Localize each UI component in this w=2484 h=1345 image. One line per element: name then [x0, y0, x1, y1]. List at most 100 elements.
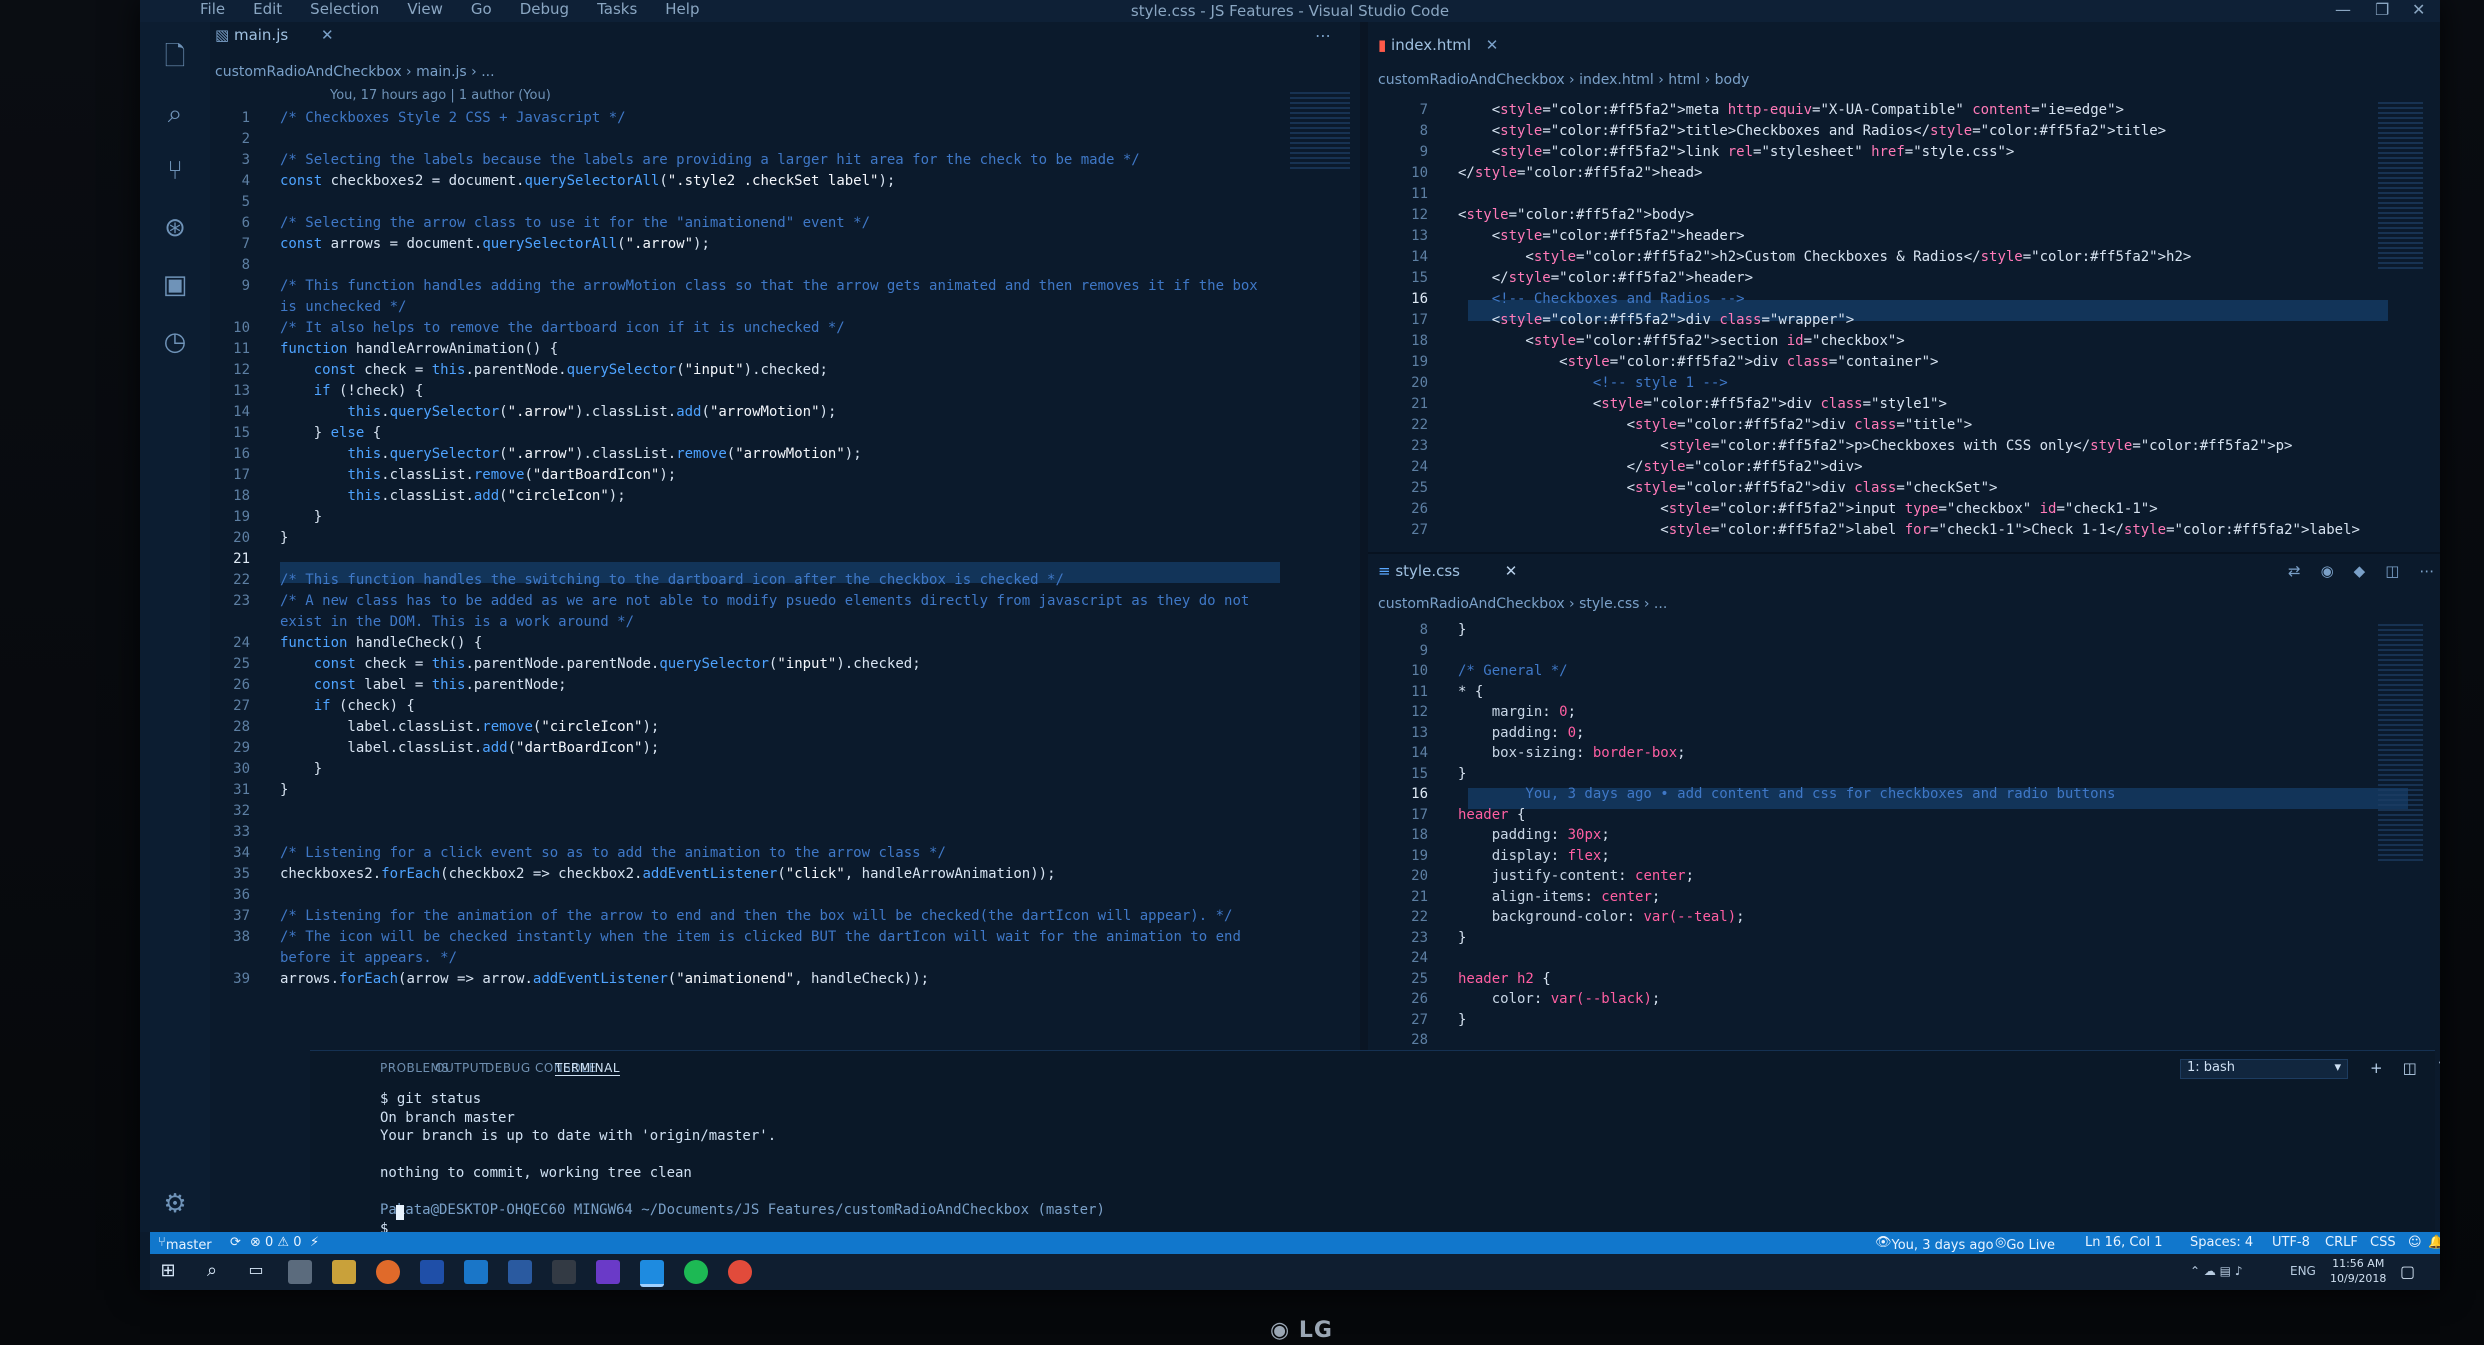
minimize-button[interactable]: —: [2335, 0, 2351, 19]
line-number[interactable]: 16: [210, 446, 250, 462]
split-editor-icon[interactable]: ◫: [2385, 562, 2399, 580]
line-number[interactable]: 23: [1388, 438, 1428, 454]
photoshop-icon[interactable]: [464, 1260, 488, 1284]
menu-item[interactable]: Debug: [520, 0, 569, 18]
terminal-shell-select[interactable]: 1: bash ▾: [2180, 1059, 2348, 1079]
line-number[interactable]: 25: [210, 656, 250, 672]
line-number[interactable]: 7: [1388, 102, 1428, 118]
language-mode[interactable]: CSS: [2370, 1235, 2396, 1250]
line-number[interactable]: 35: [210, 866, 250, 882]
line-number[interactable]: 15: [1388, 766, 1428, 782]
line-number[interactable]: 28: [210, 719, 250, 735]
line-number[interactable]: 4: [210, 173, 250, 189]
line-number[interactable]: 36: [210, 887, 250, 903]
minimap[interactable]: [2378, 102, 2423, 272]
line-number[interactable]: 14: [210, 404, 250, 420]
line-number[interactable]: 32: [210, 803, 250, 819]
line-number[interactable]: 17: [210, 467, 250, 483]
line-number[interactable]: 11: [210, 341, 250, 357]
source-control-icon[interactable]: ⑂: [158, 154, 192, 188]
menu-item[interactable]: Help: [665, 0, 699, 18]
new-terminal-icon[interactable]: +: [2370, 1059, 2383, 1077]
line-number[interactable]: 11: [1388, 186, 1428, 202]
line-number[interactable]: 8: [1388, 123, 1428, 139]
line-number[interactable]: 9: [210, 278, 250, 294]
menu-item[interactable]: Tasks: [597, 0, 637, 18]
line-number[interactable]: 25: [1388, 480, 1428, 496]
line-number[interactable]: 31: [210, 782, 250, 798]
breadcrumb[interactable]: customRadioAndCheckbox › index.html › ht…: [1378, 72, 1749, 88]
line-number[interactable]: 1: [210, 110, 250, 126]
tab-index-html[interactable]: ▮ index.html ✕: [1378, 36, 1498, 54]
line-number[interactable]: 22: [1388, 909, 1428, 925]
line-number[interactable]: 16: [1388, 291, 1428, 307]
editor-split-divider[interactable]: [1360, 22, 1368, 1050]
line-number[interactable]: 17: [1388, 807, 1428, 823]
settings-gear-icon[interactable]: ⚙: [158, 1187, 192, 1221]
tab-main-js[interactable]: ▧ main.js ✕: [215, 26, 334, 44]
line-number[interactable]: 24: [1388, 950, 1428, 966]
go-live-button[interactable]: ◎ Go Live: [1995, 1235, 2055, 1253]
line-number[interactable]: 22: [210, 572, 250, 588]
line-number[interactable]: 27: [210, 698, 250, 714]
panel-tab[interactable]: OUTPUT: [435, 1061, 487, 1075]
windows-start-icon[interactable]: ⊞: [156, 1260, 180, 1284]
line-number[interactable]: 20: [210, 530, 250, 546]
line-number[interactable]: 13: [1388, 725, 1428, 741]
line-number[interactable]: 17: [1388, 312, 1428, 328]
line-number[interactable]: 15: [1388, 270, 1428, 286]
menu-item[interactable]: Go: [471, 0, 492, 18]
input-language[interactable]: ENG: [2290, 1264, 2316, 1278]
problems-indicator[interactable]: ⊗ 0 ⚠ 0: [250, 1235, 302, 1250]
line-number[interactable]: 26: [210, 677, 250, 693]
menu-item[interactable]: View: [407, 0, 443, 18]
more-actions-icon[interactable]: ⋯: [2419, 562, 2434, 580]
app-icon[interactable]: [420, 1260, 444, 1284]
line-number[interactable]: 30: [210, 761, 250, 777]
line-number[interactable]: 8: [1388, 622, 1428, 638]
line-number[interactable]: 20: [1388, 868, 1428, 884]
line-number[interactable]: 6: [210, 215, 250, 231]
line-number[interactable]: 39: [210, 971, 250, 987]
chrome-icon[interactable]: [728, 1260, 752, 1284]
line-number[interactable]: 15: [210, 425, 250, 441]
line-number[interactable]: 13: [210, 383, 250, 399]
diff-icon[interactable]: ◆: [2354, 562, 2366, 580]
debug-icon[interactable]: ⊛: [158, 211, 192, 245]
line-number[interactable]: 27: [1388, 1012, 1428, 1028]
notifications-icon[interactable]: ▢: [2400, 1262, 2415, 1281]
line-number[interactable]: 9: [1388, 643, 1428, 659]
line-number[interactable]: 9: [1388, 144, 1428, 160]
line-number[interactable]: 16: [1388, 786, 1428, 802]
line-number[interactable]: 21: [210, 551, 250, 567]
menu-item[interactable]: Edit: [253, 0, 282, 18]
firefox-icon[interactable]: [376, 1260, 400, 1284]
line-number[interactable]: 18: [1388, 333, 1428, 349]
clock[interactable]: 11:56 AM 10/9/2018: [2330, 1256, 2386, 1286]
line-number[interactable]: 25: [1388, 971, 1428, 987]
line-number[interactable]: 24: [1388, 459, 1428, 475]
line-number[interactable]: 10: [1388, 165, 1428, 181]
indentation[interactable]: Spaces: 4: [2190, 1235, 2253, 1250]
restore-button[interactable]: ❐: [2375, 0, 2389, 19]
lightning-icon[interactable]: ⚡: [310, 1235, 319, 1250]
smiley-icon[interactable]: ☺: [2408, 1235, 2422, 1250]
task-view-icon[interactable]: ▭: [244, 1260, 268, 1284]
close-tab-icon[interactable]: ✕: [321, 26, 334, 44]
line-number[interactable]: 14: [1388, 249, 1428, 265]
line-number[interactable]: 21: [1388, 889, 1428, 905]
tray-icons[interactable]: ⌃ ☁ ▤ ♪: [2190, 1264, 2243, 1278]
line-number[interactable]: 12: [1388, 207, 1428, 223]
explorer-icon[interactable]: 🗋: [158, 40, 192, 74]
minimap[interactable]: [1290, 92, 1350, 172]
line-number[interactable]: 3: [210, 152, 250, 168]
line-number[interactable]: 19: [210, 509, 250, 525]
app-icon[interactable]: [288, 1260, 312, 1284]
preview-icon[interactable]: ◉: [2321, 562, 2334, 580]
line-number[interactable]: 26: [1388, 991, 1428, 1007]
sync-icon[interactable]: ⟳: [230, 1235, 241, 1250]
vscode-icon[interactable]: [640, 1260, 664, 1287]
more-actions-icon[interactable]: ⋯: [1315, 26, 1331, 45]
line-number[interactable]: 7: [210, 236, 250, 252]
line-number[interactable]: 21: [1388, 396, 1428, 412]
